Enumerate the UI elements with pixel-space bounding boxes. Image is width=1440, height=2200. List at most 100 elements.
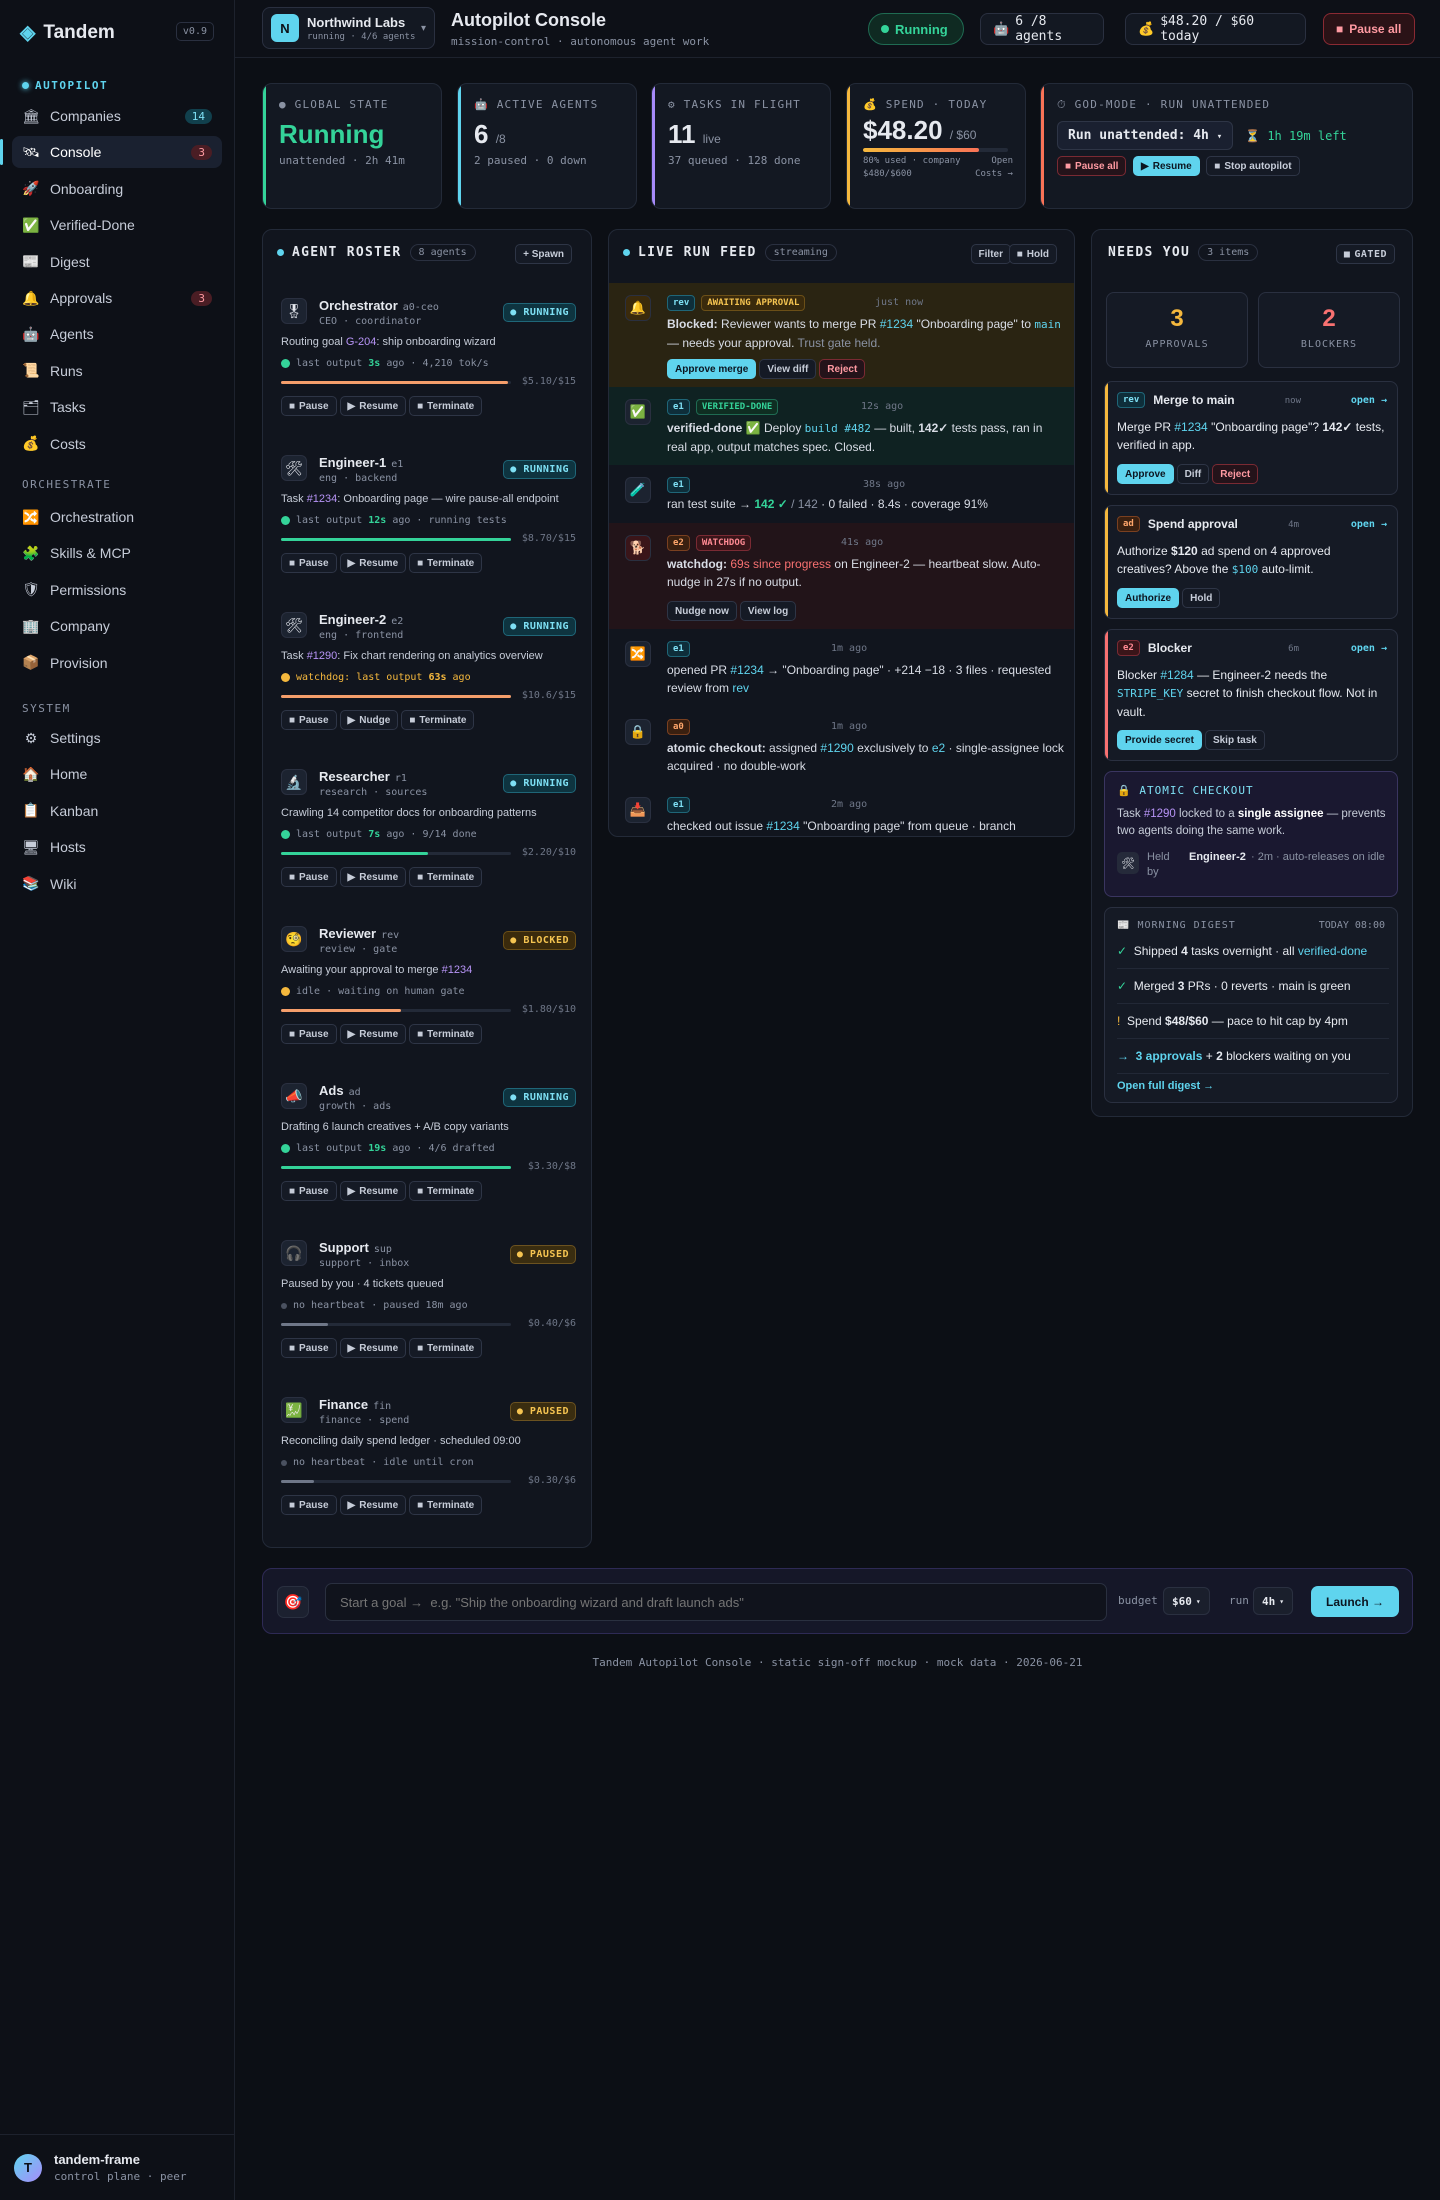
approvals-counter[interactable]: 3 APPROVALS [1106, 292, 1248, 368]
pause-button[interactable]: ■ Pause [281, 1181, 337, 1201]
sidebar-item-provision[interactable]: 📦 Provision [12, 647, 222, 679]
sidebar-item-kanban[interactable]: 📋 Kanban [12, 795, 222, 827]
reject-button[interactable]: Reject [1212, 464, 1259, 484]
diff-button[interactable]: Diff [1176, 464, 1210, 484]
terminate-button[interactable]: ■ Terminate [401, 710, 475, 730]
resume-button[interactable]: ▶ Resume [339, 396, 407, 416]
terminate-button[interactable]: ■ Terminate [409, 1024, 483, 1044]
authorize-button[interactable]: Authorize [1117, 588, 1180, 608]
agent-card[interactable]: 🛠 Engineer-1 e1 eng · backend ● RUNNING T… [263, 455, 591, 585]
view-diff-button[interactable]: View diff [759, 359, 817, 379]
gated-button[interactable]: ■ GATED [1335, 244, 1395, 264]
blockers-counter[interactable]: 2 BLOCKERS [1258, 292, 1400, 368]
goal-input[interactable] [325, 1583, 1107, 1621]
run-duration-select[interactable]: 4h ▾ [1253, 1587, 1294, 1615]
pause-all-button[interactable]: ■ Pause all [1323, 13, 1415, 45]
pause-button[interactable]: ■ Pause [281, 1495, 337, 1515]
budget-select[interactable]: $60 ▾ [1163, 1587, 1210, 1615]
agent-card[interactable]: 📣 Ads ad growth · ads ● RUNNING Drafting … [263, 1083, 591, 1213]
launch-button[interactable]: Launch → [1311, 1586, 1399, 1617]
sidebar-item-permissions[interactable]: 🛡 Permissions [12, 574, 222, 606]
sidebar-item-console[interactable]: 🛰 Console 3 [0, 136, 222, 169]
resume-button[interactable]: ▶ Resume [339, 1024, 407, 1044]
pause-button[interactable]: ■ Pause [281, 867, 337, 887]
sidebar-item-onboarding[interactable]: 🚀 Onboarding [12, 173, 222, 205]
sidebar-item-verified-done[interactable]: ✅ Verified-Done [12, 209, 222, 241]
agent-card[interactable]: 🎧 Support sup support · inbox ● PAUSED Pa… [263, 1240, 591, 1370]
open-link[interactable]: open → [1351, 519, 1387, 530]
workspace-switcher[interactable]: N Northwind Labs running · 4/6 agents ▾ [262, 7, 435, 49]
godmode-pause-all-button[interactable]: ■ Pause all [1057, 156, 1127, 176]
brand[interactable]: ◈ Tandem [20, 20, 115, 45]
pause-button[interactable]: ■ Pause [281, 1024, 337, 1044]
pause-all-label: Pause all [1349, 22, 1402, 36]
open-full-digest-link[interactable]: Open full digest → [1117, 1080, 1214, 1092]
sidebar-item-costs[interactable]: 💰 Costs [12, 428, 222, 460]
provide-secret-button[interactable]: Provide secret [1117, 730, 1202, 750]
spend-approval-card[interactable]: ad Spend approval 4m open → Authorize $12… [1104, 505, 1398, 619]
resume-button[interactable]: ▶ Resume [339, 553, 407, 573]
terminate-button[interactable]: ■ Terminate [409, 1338, 483, 1358]
sidebar-item-wiki[interactable]: 📚 Wiki [12, 868, 222, 900]
filter-button[interactable]: Filter [970, 244, 1011, 264]
sidebar-item-digest[interactable]: 📰 Digest [12, 246, 222, 278]
sidebar-item-orchestration[interactable]: 🔀 Orchestration [12, 501, 222, 533]
sidebar-item-home[interactable]: 🏠 Home [12, 758, 222, 790]
sidebar-item-hosts[interactable]: 🖥 Hosts [12, 831, 222, 863]
hold-button[interactable]: Hold [1182, 588, 1221, 608]
open-link[interactable]: open → [1351, 643, 1387, 654]
agent-card[interactable]: 🧐 Reviewer rev review · gate ● BLOCKED Aw… [263, 926, 591, 1056]
sidebar-item-approvals[interactable]: 🔔 Approvals 3 [12, 282, 222, 314]
terminate-button[interactable]: ■ Terminate [409, 396, 483, 416]
resume-button[interactable]: ▶ Resume [339, 1338, 407, 1358]
pause-button[interactable]: ■ Pause [281, 553, 337, 573]
pause-button[interactable]: ■ Pause [281, 396, 337, 416]
robot-icon: 🤖 [993, 21, 1010, 37]
spend-open-link[interactable]: Open [991, 156, 1013, 166]
open-link[interactable]: open → [1351, 395, 1387, 406]
user-profile[interactable]: T tandem-frame control plane · peer [0, 2134, 235, 2200]
tools-icon: 🛠 [281, 455, 307, 481]
resume-button[interactable]: ▶ Resume [339, 1495, 407, 1515]
terminate-button[interactable]: ■ Terminate [409, 553, 483, 573]
terminate-button[interactable]: ■ Terminate [409, 1495, 483, 1515]
run-unattended-select[interactable]: Run unattended: 4h ▾ [1057, 121, 1234, 150]
resume-button[interactable]: ▶ Resume [339, 1181, 407, 1201]
sidebar-item-skills-mcp[interactable]: 🧩 Skills & MCP [12, 537, 222, 569]
agents-pill[interactable]: 🤖 6 /8 agents [980, 13, 1104, 45]
sidebar-item-settings[interactable]: ⚙ Settings [12, 722, 222, 754]
spawn-button[interactable]: + Spawn [515, 244, 572, 264]
costs-link[interactable]: Costs → [975, 169, 1013, 179]
nudge-now-button[interactable]: Nudge now [667, 601, 737, 621]
status-running-pill[interactable]: Running [868, 13, 964, 45]
nudge-button[interactable]: ▶ Nudge [339, 710, 399, 730]
sidebar-item-runs[interactable]: 📜 Runs [12, 355, 222, 387]
merge-approval-card[interactable]: rev Merge to main now open → Merge PR #12… [1104, 381, 1398, 495]
spend-pill[interactable]: 💰 $48.20 / $60 today [1125, 13, 1306, 45]
approve-merge-button[interactable]: Approve merge [667, 359, 757, 379]
sidebar-item-tasks[interactable]: 🗂 Tasks [12, 391, 222, 423]
approve-button[interactable]: Approve [1117, 464, 1174, 484]
pause-button[interactable]: ■ Pause [281, 710, 337, 730]
stop-autopilot-button[interactable]: ■ Stop autopilot [1206, 156, 1300, 176]
sidebar-item-agents[interactable]: 🤖 Agents [12, 318, 222, 350]
heartbeat-dot-icon [281, 516, 290, 525]
skip-task-button[interactable]: Skip task [1204, 730, 1265, 750]
reject-button[interactable]: Reject [819, 359, 866, 379]
view-log-button[interactable]: View log [739, 601, 797, 621]
check-icon: ✓ [1117, 979, 1128, 993]
agent-card[interactable]: 🔬 Researcher r1 research · sources ● RUNN… [263, 769, 591, 899]
agent-card[interactable]: 🎖 Orchestrator a0-ceo CEO · coordinator ●… [263, 298, 591, 428]
sidebar-item-companies[interactable]: 🏛 Companies 14 [12, 100, 222, 132]
agent-heartbeat: no heartbeat · paused 18m ago [281, 1300, 468, 1311]
blocker-card[interactable]: e2 Blocker 6m open → Blocker #1284 — Engi… [1104, 629, 1398, 761]
hold-button[interactable]: ■ Hold [1008, 244, 1057, 264]
resume-button[interactable]: ▶ Resume [339, 867, 407, 887]
terminate-button[interactable]: ■ Terminate [409, 1181, 483, 1201]
agent-card[interactable]: 🛠 Engineer-2 e2 eng · frontend ● RUNNING … [263, 612, 591, 742]
sidebar-item-company[interactable]: 🏢 Company [12, 610, 222, 642]
agent-card[interactable]: 💹 Finance fin finance · spend ● PAUSED Re… [263, 1397, 591, 1527]
pause-button[interactable]: ■ Pause [281, 1338, 337, 1358]
godmode-resume-button[interactable]: ▶ Resume [1133, 156, 1200, 176]
terminate-button[interactable]: ■ Terminate [409, 867, 483, 887]
